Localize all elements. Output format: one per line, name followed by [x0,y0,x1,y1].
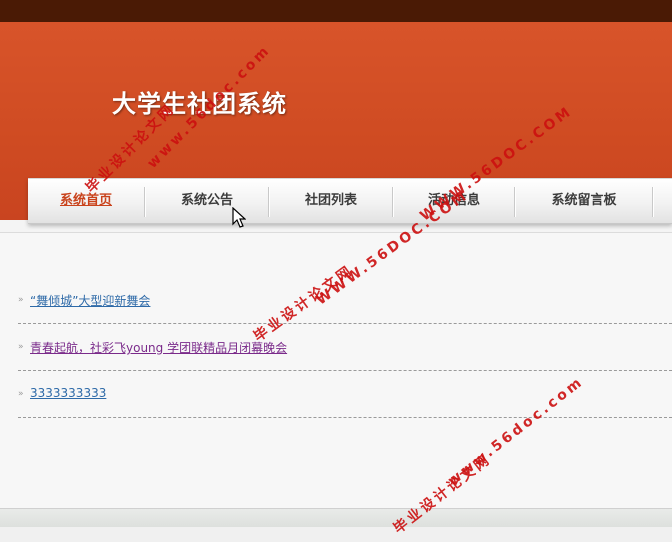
mouse-cursor-icon [232,206,247,233]
nav-item-club-list[interactable]: 社团列表 [270,179,392,223]
nav-divider [652,187,654,217]
list-item: » 青春起航，社彩飞young 学团联精品月闭幕晚会 [18,326,672,371]
double-chevron-icon: » [18,295,24,305]
double-chevron-icon: » [18,342,24,352]
announcement-link[interactable]: 青春起航，社彩飞young 学团联精品月闭幕晚会 [30,339,287,356]
double-chevron-icon: » [18,389,24,399]
main-navbar: 系统首页 系统公告 社团列表 活动信息 系统留言板 [28,178,672,224]
footer-strip [0,527,672,542]
announcement-link[interactable]: “舞倾城”大型迎新舞会 [30,292,150,309]
announcement-link[interactable]: 3333333333 [30,386,106,400]
nav-item-announcements[interactable]: 系统公告 [146,179,268,223]
nav-item-message-board[interactable]: 系统留言板 [516,179,652,223]
footer-bar [0,508,672,527]
top-bar [0,0,672,22]
